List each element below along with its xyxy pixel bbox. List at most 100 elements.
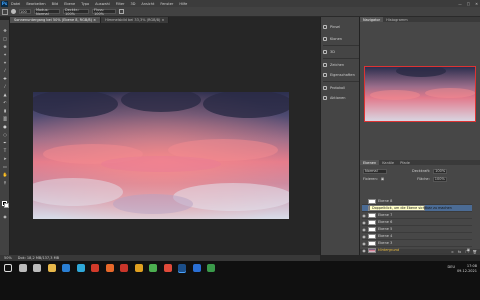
eye-icon[interactable]: ◉ [362,241,366,246]
minimize-icon[interactable]: — [458,2,462,6]
layer-row[interactable]: ◉ Ebene 7 [362,212,472,219]
maximize-icon[interactable]: □ [467,2,470,6]
eyedropper-tool-icon[interactable]: ⁄ [2,68,8,73]
history-brush-tool-icon[interactable]: ↶ [2,100,8,105]
blur-tool-icon[interactable]: ● [2,124,8,129]
stamp-tool-icon[interactable]: ▲ [2,92,8,97]
document-canvas[interactable] [33,92,289,219]
shape-tool-icon[interactable]: ▭ [2,164,8,169]
tool-preset-icon[interactable] [2,8,8,15]
menu-edit[interactable]: Bearbeiten [26,2,45,6]
move-tool-icon[interactable]: ✥ [2,28,8,33]
healing-tool-icon[interactable]: ✚ [2,76,8,81]
windows-icon[interactable] [4,264,12,272]
eye-icon[interactable] [362,206,366,210]
panel-actions[interactable]: Aktionen [323,94,359,102]
size-field[interactable]: 100 [19,9,31,14]
menu-type[interactable]: Typo [81,2,89,6]
eye-icon[interactable]: ◉ [362,248,366,253]
firefox-icon[interactable] [105,264,114,272]
layer-row[interactable]: ◉ Ebene 3 [362,240,472,247]
path-select-tool-icon[interactable]: ➤ [2,156,8,161]
airbrush-icon[interactable] [119,9,124,14]
brush-preset-icon[interactable] [11,9,16,14]
layer-thumbnail [368,247,376,253]
dodge-tool-icon[interactable]: ○ [2,132,8,137]
type-tool-icon[interactable]: T [2,148,8,153]
app-icon-3[interactable] [163,264,172,272]
menu-view[interactable]: Ansicht [141,2,154,6]
gradient-tool-icon[interactable]: ▒ [2,116,8,121]
menu-select[interactable]: Auswahl [95,2,110,6]
navigator-preview[interactable] [364,66,476,122]
app-icon-1[interactable] [120,264,128,272]
close-icon[interactable]: ✕ [475,2,478,6]
zoom-level[interactable]: 50% [4,256,12,260]
menu-3d[interactable]: 3D [130,2,135,6]
close-icon[interactable]: × [93,18,96,22]
tab-layers[interactable]: Ebenen [360,160,380,165]
tab-document-2[interactable]: Himmelsbild bei 33,3% (RGB/8) × [101,17,170,23]
app-icon-2[interactable] [134,264,143,272]
layer-opacity-field[interactable]: 100% [433,168,448,174]
pen-tool-icon[interactable]: ✒ [2,140,8,145]
panel-character[interactable]: Zeichen [323,61,359,69]
mode-field[interactable]: Modus: Normal [34,8,60,16]
eye-icon[interactable]: ◉ [362,227,366,232]
layer-row[interactable]: Ebene 8 [362,198,472,205]
background-color-swatch[interactable] [4,203,9,208]
panel-history[interactable]: Protokoll [323,84,359,92]
menu-help[interactable]: Hilfe [179,2,187,6]
tab-channels[interactable]: Kanäle [379,160,397,165]
hand-tool-icon[interactable]: ✋ [2,172,8,177]
eye-icon[interactable] [362,199,366,203]
panel-properties[interactable]: Eigenschaften [323,71,359,79]
lasso-tool-icon[interactable]: ❀ [2,44,8,49]
panel-brush[interactable]: Pinsel [323,23,359,31]
photoshop-icon[interactable] [178,264,186,272]
quick-mask-icon[interactable]: ◉ [2,214,8,219]
layer-row-background[interactable]: ◉ Hintergrund ▣ [362,247,472,254]
tab-paths[interactable]: Pfade [397,160,413,165]
close-icon[interactable]: × [161,18,164,22]
menu-filter[interactable]: Filter [116,2,125,6]
task-view-icon[interactable] [33,264,41,272]
flow-field[interactable]: Fluss: 100% [92,8,116,16]
chrome-icon[interactable] [149,264,157,272]
magic-wand-tool-icon[interactable]: ✦ [2,52,8,57]
edge-icon[interactable] [76,264,85,272]
layer-row[interactable]: ◉ Ebene 4 [362,233,472,240]
media-icon[interactable] [91,264,99,272]
marquee-tool-icon[interactable]: □ [2,36,8,41]
eye-icon[interactable]: ◉ [362,234,366,239]
eraser-tool-icon[interactable]: ▮ [2,108,8,113]
panel-clone[interactable]: Klonen [323,35,359,43]
menu-image[interactable]: Bild [52,2,59,6]
tab-document-1[interactable]: Sonnenuntergang bei 50% (Ebene 8, RGB/8)… [10,17,102,23]
crop-tool-icon[interactable]: ⌖ [2,60,8,65]
zoom-tool-icon[interactable]: ⚲ [2,180,8,185]
lock-icon[interactable]: ▣ [381,177,384,181]
eye-icon[interactable]: ◉ [362,220,366,225]
tab-histogram[interactable]: Histogramm [383,17,411,22]
lang-indicator[interactable]: DEU [448,265,455,270]
app-icon-5[interactable] [207,264,215,272]
mail-icon[interactable] [62,264,70,272]
opacity-field[interactable]: Deckkr.: 100% [63,8,89,16]
menu-layer[interactable]: Ebene [64,2,75,6]
brush-tool-icon[interactable]: ⁄ [2,84,8,89]
trash-icon[interactable]: 🗑 [473,250,477,254]
system-clock[interactable]: DEU 17:08 09.12.2021 [448,264,477,274]
tab-navigator[interactable]: Navigator [360,17,384,22]
app-icon-4[interactable] [192,264,201,272]
layer-row[interactable]: ◉ Ebene 6 [362,219,472,226]
layer-fill-field[interactable]: 100% [432,176,447,182]
blend-mode-select[interactable]: Normal [363,168,387,174]
search-icon[interactable] [18,264,27,272]
menu-window[interactable]: Fenster [160,2,173,6]
layer-row[interactable]: ◉ Ebene 5 [362,226,472,233]
explorer-icon[interactable] [47,264,56,272]
eye-icon[interactable]: ◉ [362,213,366,218]
menu-file[interactable]: Datei [11,2,20,6]
panel-3d[interactable]: 3D [323,48,359,56]
